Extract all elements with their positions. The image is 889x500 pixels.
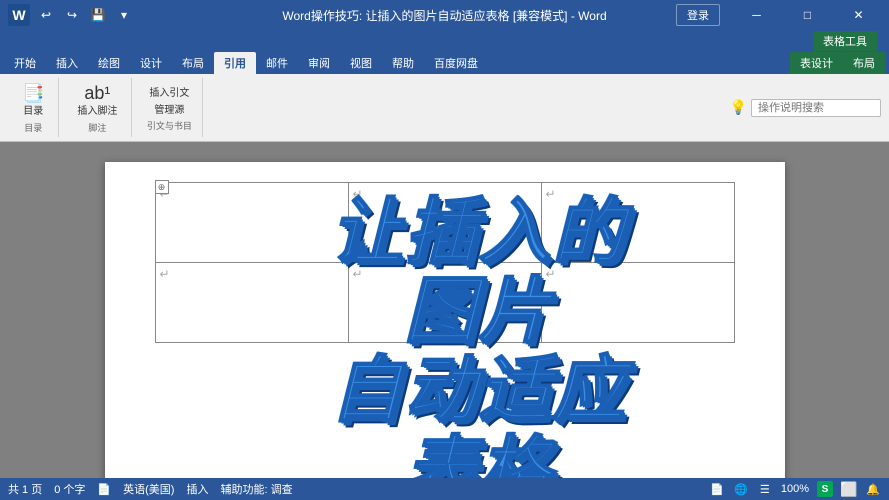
tab-view[interactable]: 视图 (340, 52, 382, 74)
language-status: 英语(美国) (123, 481, 174, 497)
toc-button[interactable]: 📑 目录 (16, 82, 50, 119)
tab-layout[interactable]: 布局 (172, 52, 214, 74)
footnotes-row: ab¹ 插入脚注 (71, 82, 123, 119)
ribbon-group-footnotes: ab¹ 插入脚注 脚注 (63, 78, 132, 137)
manage-sources-btn[interactable]: 管理源 (149, 100, 189, 117)
view-web-icon[interactable]: 🌐 (733, 481, 749, 497)
s-brand-icon: S (817, 481, 833, 497)
toc-label: 目录 (23, 102, 43, 117)
footnote-label: 插入脚注 (77, 102, 117, 117)
search-area: 💡 (730, 99, 881, 117)
cell-return-icon: ↵ (353, 267, 363, 281)
toc-group-label: 目录 (24, 121, 42, 134)
table-cell: ↵ (541, 183, 734, 263)
insert-citation-btn[interactable]: 插入引文 (144, 83, 194, 100)
tab-table-layout[interactable]: 布局 (843, 52, 885, 74)
cell-return-icon: ↵ (546, 187, 556, 201)
page-count: 共 1 页 (8, 481, 42, 497)
tab-home[interactable]: 开始 (4, 52, 46, 74)
maximize-button[interactable]: □ (785, 0, 830, 30)
contextual-tab-bar: 表格工具 (0, 30, 889, 52)
cell-return-icon: ↵ (353, 187, 363, 201)
ribbon-group-citations: 插入引文 管理源 引文与书目 (136, 78, 203, 137)
word-icon: W (8, 4, 30, 26)
table-cell: ↵ (155, 183, 348, 263)
status-bar: 共 1 页 0 个字 📄 英语(美国) 插入 辅助功能: 调查 📄 🌐 ☰ 10… (0, 478, 889, 500)
search-input[interactable] (751, 99, 881, 117)
customize-qat-button[interactable]: ▾ (114, 5, 134, 25)
zoom-level: 100% (781, 483, 809, 495)
insert-mode[interactable]: 插入 (186, 481, 208, 497)
footnote-icon: ab¹ (84, 84, 110, 102)
cell-return-icon: ↵ (160, 267, 170, 281)
minimize-button[interactable]: ─ (734, 0, 779, 30)
ribbon-tabs: 开始 插入 绘图 设计 布局 引用 邮件 审阅 视图 帮助 百度网盘 表设计 布… (0, 52, 889, 74)
view-outline-icon[interactable]: ☰ (757, 481, 773, 497)
cell-return-icon: ↵ (546, 267, 556, 281)
window-title: Word操作技巧: 让插入的图片自动适应表格 [兼容模式] - Word (282, 7, 606, 24)
title-bar: W ↩ ↪ 💾 ▾ Word操作技巧: 让插入的图片自动适应表格 [兼容模式] … (0, 0, 889, 30)
tab-review[interactable]: 审阅 (298, 52, 340, 74)
document-page: ⊕ ↵ ↵ ↵ ↵ ↵ ↵ 让插入的图片自动适应表格 ↵ (105, 162, 785, 478)
ribbon-content: 📑 目录 目录 ab¹ 插入脚注 脚注 插入引文 管理源 引文与书目 💡 (0, 74, 889, 142)
redo-button[interactable]: ↪ (62, 5, 82, 25)
tab-table-design[interactable]: 表设计 (790, 52, 843, 74)
tab-insert[interactable]: 插入 (46, 52, 88, 74)
tab-design[interactable]: 设计 (130, 52, 172, 74)
table-cell: ↵ (348, 183, 541, 263)
tab-references[interactable]: 引用 (214, 52, 256, 74)
toc-icon: 📑 (22, 84, 44, 102)
accessibility-status[interactable]: 辅助功能: 调查 (220, 481, 292, 497)
footnotes-group-label: 脚注 (88, 121, 106, 134)
close-button[interactable]: ✕ (836, 0, 881, 30)
table-cell: ↵ (348, 263, 541, 343)
save-button[interactable]: 💾 (88, 5, 108, 25)
tab-baidu[interactable]: 百度网盘 (424, 52, 488, 74)
status-right: 📄 🌐 ☰ 100% S ⬜ 🔔 (709, 481, 881, 497)
notifications-icon[interactable]: 🔔 (865, 481, 881, 497)
task-view-icon[interactable]: ⬜ (841, 481, 857, 497)
document-area: ⊕ ↵ ↵ ↵ ↵ ↵ ↵ 让插入的图片自动适应表格 ↵ (0, 142, 889, 478)
title-bar-left: W ↩ ↪ 💾 ▾ (8, 4, 134, 26)
tab-help[interactable]: 帮助 (382, 52, 424, 74)
table-tools-label: 表格工具 (813, 31, 877, 51)
login-button[interactable]: 登录 (676, 4, 720, 26)
table-cell: ↵ (155, 263, 348, 343)
table-cell: ↵ (541, 263, 734, 343)
doc-status-icon: 📄 (97, 483, 111, 496)
tab-mailings[interactable]: 邮件 (256, 52, 298, 74)
document-table: ↵ ↵ ↵ ↵ ↵ ↵ (155, 182, 735, 343)
table-row: ↵ ↵ ↵ (155, 183, 734, 263)
title-bar-right: 登录 ─ □ ✕ (676, 0, 881, 30)
ribbon-group-toc: 📑 目录 目录 (8, 78, 59, 137)
view-normal-icon[interactable]: 📄 (709, 481, 725, 497)
undo-button[interactable]: ↩ (36, 5, 56, 25)
lightbulb-icon: 💡 (730, 99, 747, 116)
footnote-button[interactable]: ab¹ 插入脚注 (71, 82, 123, 119)
table-move-handle[interactable]: ⊕ (155, 180, 169, 194)
word-count: 0 个字 (54, 481, 85, 497)
tab-draw[interactable]: 绘图 (88, 52, 130, 74)
table-row: ↵ ↵ ↵ (155, 263, 734, 343)
citations-group-label: 引文与书目 (147, 119, 192, 132)
